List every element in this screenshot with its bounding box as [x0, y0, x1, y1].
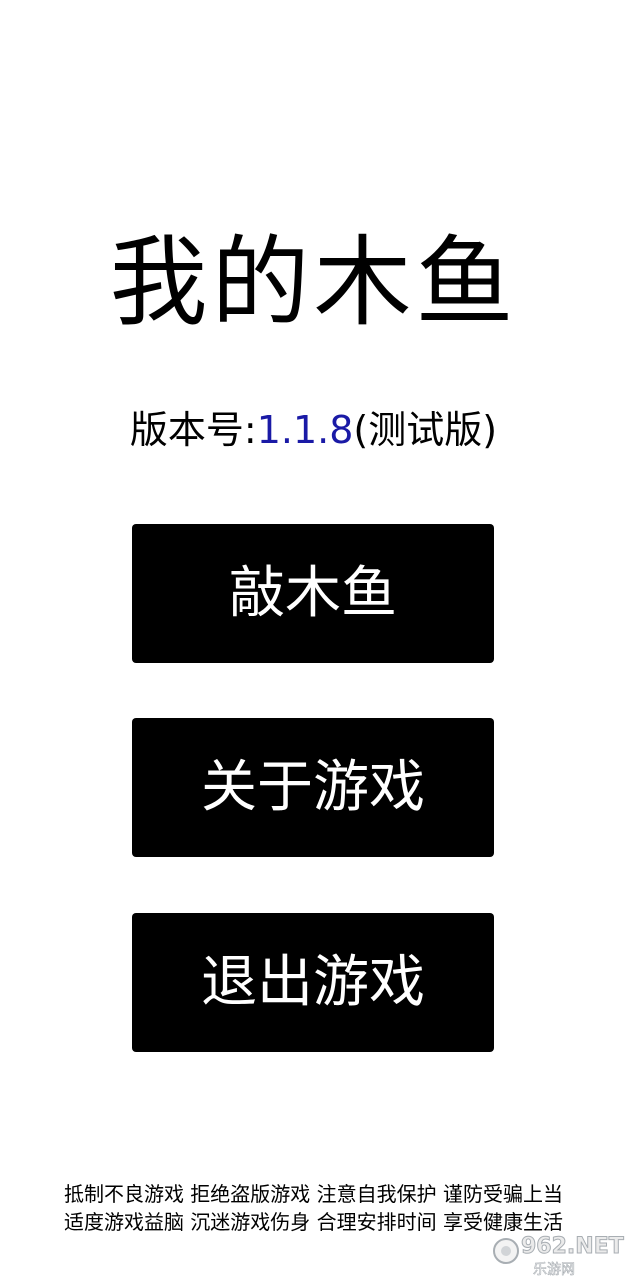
health-advisory-line-1: 抵制不良游戏 拒绝盗版游戏 注意自我保护 谨防受骗上当 [63, 1182, 564, 1206]
version-label: 版本号: [129, 408, 257, 452]
exit-game-label: 退出游戏 [201, 949, 425, 1015]
knock-wooden-fish-button[interactable]: 敲木鱼 [132, 524, 494, 663]
knock-wooden-fish-label: 敲木鱼 [229, 560, 397, 626]
version-suffix: (测试版) [353, 408, 498, 452]
health-advisory: 抵制不良游戏 拒绝盗版游戏 注意自我保护 谨防受骗上当 适度游戏益脑 沉迷游戏伤… [0, 1180, 627, 1236]
watermark-logo-icon [493, 1238, 519, 1264]
version-number: 1.1.8 [256, 408, 354, 452]
about-game-button[interactable]: 关于游戏 [132, 718, 494, 857]
exit-game-button[interactable]: 退出游戏 [132, 913, 494, 1052]
site-watermark: 962.NET 乐游网 [491, 1232, 625, 1279]
watermark-subtext: 乐游网 [533, 1262, 576, 1279]
watermark-text: 962.NET [521, 1234, 625, 1260]
about-game-label: 关于游戏 [201, 754, 425, 820]
version-info: 版本号:1.1.8(测试版) [0, 402, 627, 458]
game-title: 我的木鱼 [109, 226, 518, 340]
